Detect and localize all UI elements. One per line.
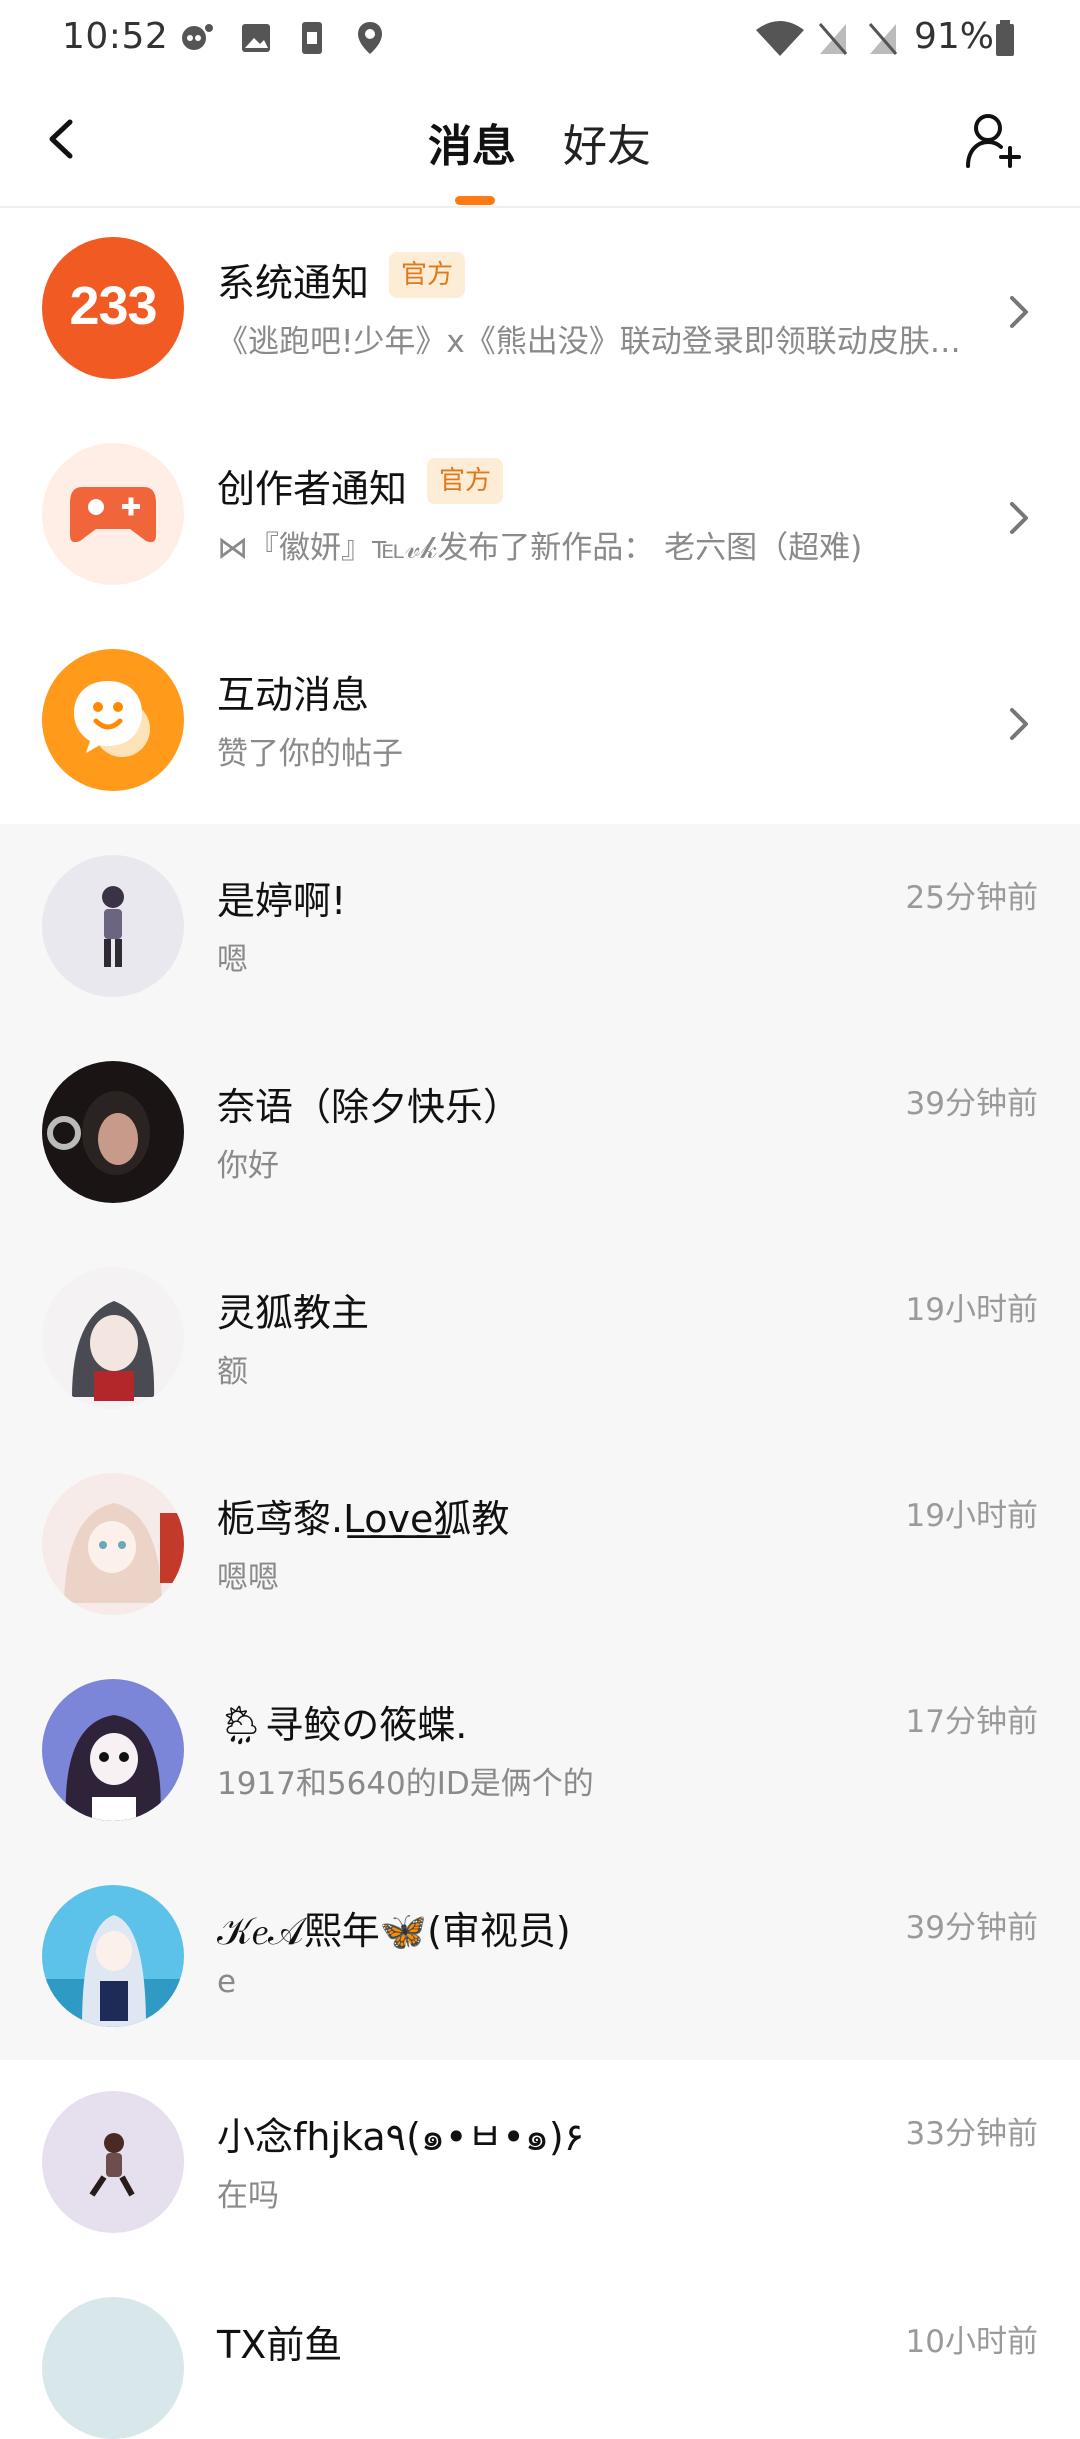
chevron-right-icon	[1010, 502, 1028, 534]
chat-time: 19小时前	[905, 1498, 1038, 1534]
list-item-subtitle: 赞了你的帖子	[217, 736, 403, 772]
avatar-portrait-icon	[47, 1091, 150, 1175]
chat-row[interactable]: 是婷啊! 嗯 25分钟前	[0, 824, 1080, 1030]
system-notice-avatar: 233	[42, 237, 184, 379]
chat-message: 1917和5640的ID是俩个的	[217, 1766, 594, 1802]
battery-icon	[996, 20, 1014, 56]
chat-name: TX前鱼	[217, 2323, 343, 2367]
official-badge: 官方	[427, 458, 504, 504]
chat-time: 39分钟前	[905, 1086, 1038, 1122]
chat-name: 灵狐教主	[217, 1291, 370, 1335]
chat-name: 小念fhjka٩(๑•ㅂ•๑)۶	[217, 2115, 585, 2159]
official-badge: 官方	[389, 252, 466, 298]
chat-time: 39分钟前	[905, 1910, 1038, 1946]
chat-name: 是婷啊!	[217, 879, 347, 923]
chat-row[interactable]: 𝒦𝑒𝒜熙年🦋(审视员) e 39分钟前	[0, 1854, 1080, 2060]
user-avatar	[42, 855, 184, 997]
status-bar: 10:52 91%	[0, 0, 1080, 80]
gamepad-icon	[70, 487, 156, 543]
chevron-right-icon	[1010, 296, 1028, 328]
tab-messages[interactable]: 消息	[428, 110, 516, 174]
avatar-figure-icon	[89, 2133, 135, 2197]
chat-row[interactable]: 奈语（除夕快乐） 你好 39分钟前	[0, 1030, 1080, 1236]
chat-row[interactable]: TX前鱼 10小时前	[0, 2266, 1080, 2439]
chat-time: 33分钟前	[905, 2116, 1038, 2152]
chat-row[interactable]: 灵狐教主 额 19小时前	[0, 1236, 1080, 1442]
no-signal-icon-2	[868, 23, 898, 55]
location-icon	[358, 22, 382, 54]
chat-name: 𝒦𝑒𝒜熙年🦋(审视员)	[217, 1909, 571, 1953]
list-item-subtitle: ⋈『徽妍』℡𝓋𝓀发布了新作品： 老六图（超难)	[217, 530, 863, 566]
avatar-233-text: 233	[69, 276, 157, 336]
battery-percent: 91%	[914, 16, 995, 57]
chat-message: 嗯嗯	[217, 1560, 279, 1596]
list-item-title: 创作者通知	[217, 467, 408, 511]
back-arrow-icon[interactable]	[38, 114, 88, 164]
chat-message: 嗯	[217, 942, 248, 978]
chat-row[interactable]: 小念fhjka٩(๑•ㅂ•๑)۶ 在吗 33分钟前	[0, 2060, 1080, 2266]
chat-message: e	[217, 1964, 237, 2000]
wifi-icon	[756, 21, 804, 56]
chat-name: 栀鸢黎.L͟o͟v͟e͟狐教	[217, 1497, 510, 1541]
chat-time: 19小时前	[905, 1292, 1038, 1328]
user-avatar	[42, 1267, 184, 1409]
sim-icon	[302, 22, 322, 54]
tab-friends[interactable]: 好友	[563, 110, 651, 174]
status-time: 10:52	[62, 16, 169, 57]
chat-name: 奈语（除夕快乐）	[217, 1085, 522, 1129]
notification-icon	[182, 24, 213, 50]
avatar-anime-icon	[64, 1503, 184, 1603]
user-avatar	[42, 1473, 184, 1615]
avatar-figure-icon	[102, 886, 124, 967]
image-icon	[242, 24, 270, 52]
list-item-title: 互动消息	[217, 673, 370, 717]
list-item-system-notice[interactable]: 233 系统通知 官方 《逃跑吧!少年》x《熊出没》联动登录即领联动皮肤…	[0, 206, 1080, 412]
chat-message: 在吗	[217, 2178, 279, 2214]
active-tab-indicator	[455, 196, 495, 205]
avatar-anime-icon	[65, 1715, 161, 1821]
chat-time: 17分钟前	[905, 1704, 1038, 1740]
interaction-avatar	[42, 649, 184, 791]
chat-row[interactable]: 栀鸢黎.L͟o͟v͟e͟狐教 嗯嗯 19小时前	[0, 1442, 1080, 1648]
list-item-title: 系统通知	[217, 261, 370, 305]
user-avatar	[42, 1885, 184, 2027]
chat-message: 额	[217, 1354, 248, 1390]
user-avatar	[42, 1679, 184, 1821]
user-avatar	[42, 2091, 184, 2233]
avatar-anime-icon	[42, 1915, 184, 2027]
chat-name: 🌦寻鲛の筱蝶.	[217, 1703, 468, 1747]
chat-time: 25分钟前	[905, 880, 1038, 916]
chat-row[interactable]: 🌦寻鲛の筱蝶. 1917和5640的ID是俩个的 17分钟前	[0, 1648, 1080, 1854]
add-friend-icon[interactable]	[964, 110, 1024, 170]
chevron-right-icon	[1010, 708, 1028, 740]
top-nav: 消息 好友	[0, 80, 1080, 208]
no-signal-icon	[818, 23, 848, 55]
list-item-subtitle: 《逃跑吧!少年》x《熊出没》联动登录即领联动皮肤…	[217, 324, 961, 360]
user-avatar	[42, 1061, 184, 1203]
list-item-creator-notice[interactable]: 创作者通知 官方 ⋈『徽妍』℡𝓋𝓀发布了新作品： 老六图（超难)	[0, 412, 1080, 618]
creator-notice-avatar	[42, 443, 184, 585]
chat-message: 你好	[217, 1148, 279, 1184]
chat-smile-icon	[74, 681, 150, 757]
avatar-anime-icon	[72, 1301, 155, 1401]
user-avatar	[42, 2297, 184, 2439]
chat-time: 10小时前	[905, 2324, 1038, 2360]
list-item-interaction-messages[interactable]: 互动消息 赞了你的帖子	[0, 618, 1080, 824]
